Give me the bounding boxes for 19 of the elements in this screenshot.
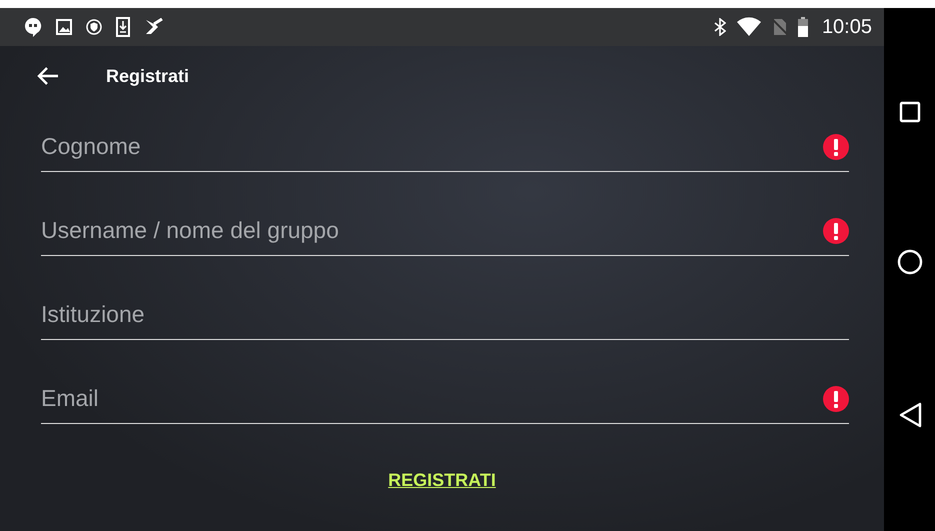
- status-time: 10:05: [822, 16, 872, 38]
- home-icon[interactable]: [896, 249, 922, 276]
- text-field[interactable]: Istituzione: [41, 296, 849, 332]
- download-icon: [116, 17, 130, 37]
- no-sim-icon: [772, 18, 788, 36]
- back-triangle-icon[interactable]: [898, 402, 922, 428]
- text-field[interactable]: Email: [41, 380, 815, 416]
- back-arrow-icon: [36, 66, 60, 86]
- chat-bubble-icon: [24, 17, 42, 37]
- recents-icon[interactable]: [898, 101, 920, 124]
- wifi-icon: [736, 17, 762, 37]
- text-field[interactable]: Username / nome del gruppo: [41, 212, 815, 248]
- register-button[interactable]: REGISTRATI: [382, 466, 502, 495]
- screen-title: Registrati: [106, 66, 190, 86]
- battery-icon: [798, 17, 808, 37]
- image-icon: [56, 19, 72, 35]
- shield-icon: [86, 19, 102, 35]
- bluetooth-icon: [714, 18, 726, 36]
- text-field[interactable]: Cognome: [41, 128, 815, 164]
